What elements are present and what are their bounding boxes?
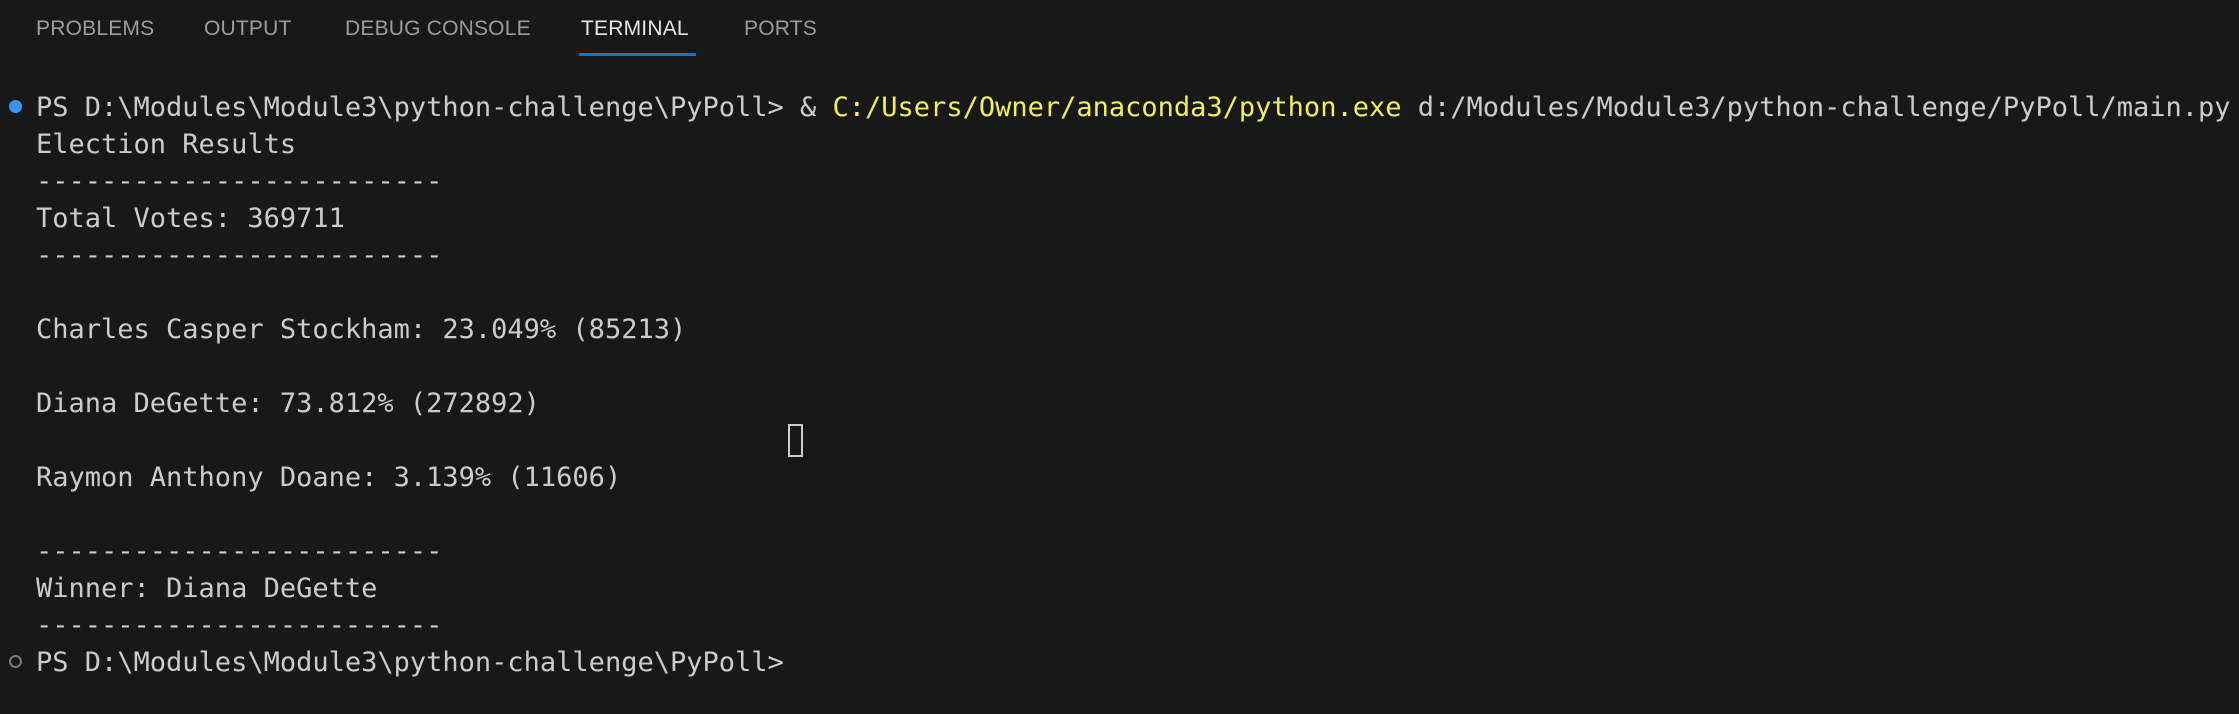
terminal-output-area[interactable]: PS D:\Modules\Module3\python-challenge\P…	[0, 58, 2239, 714]
command-executable: C:/Users/Owner/anaconda3/python.exe	[832, 92, 1402, 123]
output-line: Winner: Diana DeGette	[36, 573, 378, 604]
tab-debug-console[interactable]: DEBUG CONSOLE	[345, 0, 531, 58]
output-line: Raymon Anthony Doane: 3.139% (11606)	[36, 462, 622, 493]
bottom-panel: PROBLEMS OUTPUT DEBUG CONSOLE TERMINAL P…	[0, 0, 2239, 714]
output-line: Total Votes: 369711	[36, 203, 345, 234]
terminal-cursor-icon	[788, 424, 803, 457]
command-script-path: d:/Modules/Module3/python-challenge/PyPo…	[1401, 92, 2231, 123]
tab-problems[interactable]: PROBLEMS	[36, 0, 154, 58]
output-line: -------------------------	[36, 610, 443, 641]
panel-tab-bar: PROBLEMS OUTPUT DEBUG CONSOLE TERMINAL P…	[0, 0, 2239, 58]
tab-output[interactable]: OUTPUT	[204, 0, 292, 58]
active-tab-indicator	[579, 53, 696, 56]
output-line: -------------------------	[36, 536, 443, 567]
tab-terminal[interactable]: TERMINAL	[581, 0, 689, 58]
tab-ports[interactable]: PORTS	[744, 0, 817, 58]
command-success-dot-icon[interactable]	[9, 100, 22, 113]
command-line: PS D:\Modules\Module3\python-challenge\P…	[36, 89, 2231, 126]
output-line: -------------------------	[36, 240, 443, 271]
command-pending-circle-icon[interactable]	[9, 655, 22, 668]
final-prompt: PS D:\Modules\Module3\python-challenge\P…	[36, 647, 784, 678]
output-line: Diana DeGette: 73.812% (272892)	[36, 388, 540, 419]
output-line: Election Results	[36, 129, 297, 160]
command-prompt: PS D:\Modules\Module3\python-challenge\P…	[36, 92, 801, 123]
output-line: -------------------------	[36, 166, 443, 197]
command-operator: &	[800, 92, 833, 123]
output-line: Charles Casper Stockham: 23.049% (85213)	[36, 314, 687, 345]
